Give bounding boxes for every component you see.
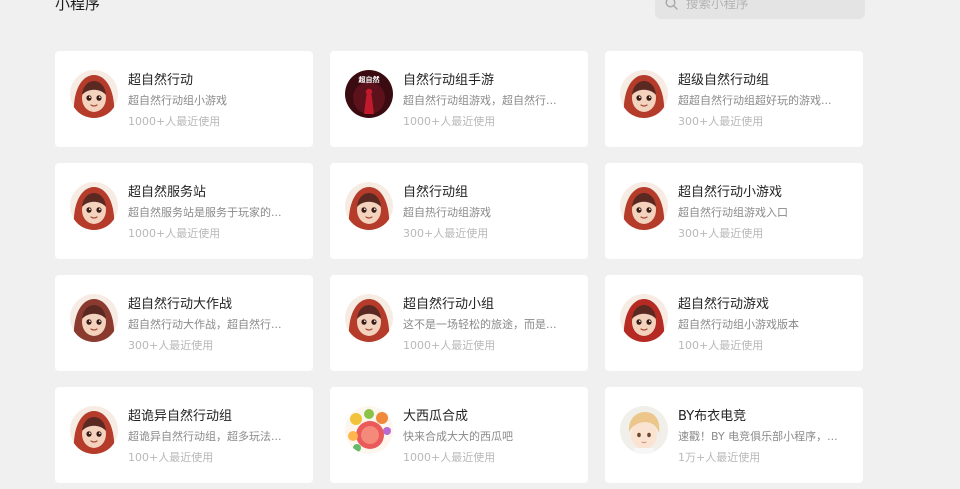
program-name: 大西瓜合成 xyxy=(403,409,469,424)
blond-boy-avatar-icon xyxy=(620,406,668,454)
card-info: 超自然行动大作战超自然行动大作战，超自然行... 300+人最近使用 xyxy=(128,296,300,353)
program-description: 超自然行动大作战，超自然行... xyxy=(128,318,282,331)
program-name: 自然行动组 xyxy=(403,185,469,200)
usage-count: 1万+人最近使用 xyxy=(678,451,761,464)
program-description: 超自然行动组游戏入口 xyxy=(678,206,788,219)
program-description: 超自然服务站是服务于玩家的... xyxy=(128,206,282,219)
card-info: 超自然行动小组这不是一场轻松的旅途，而是... 1000+人最近使用 xyxy=(403,296,575,353)
program-description: 超诡异自然行动组，超多玩法... xyxy=(128,430,282,443)
watermelon-fruits-icon xyxy=(345,406,393,454)
mini-program-card[interactable]: 超诡异自然行动组超诡异自然行动组，超多玩法... 100+人最近使用 xyxy=(55,387,313,483)
usage-count: 100+人最近使用 xyxy=(678,339,764,352)
red-hood-girl-icon xyxy=(345,294,393,342)
mini-program-card[interactable]: 超自然行动游戏超自然行动组小游戏版本 100+人最近使用 xyxy=(605,275,863,371)
usage-count: 300+人最近使用 xyxy=(403,227,489,240)
card-info: 超自然行动小游戏 超自然行动组游戏入口 300+人最近使用 xyxy=(678,184,850,241)
red-hood-girl-icon xyxy=(620,294,668,342)
program-name: 超诡异自然行动组 xyxy=(128,409,233,424)
mini-program-card[interactable]: 自然行动组超自热行动组游戏 300+人最近使用 xyxy=(330,163,588,259)
usage-count: 1000+人最近使用 xyxy=(403,339,496,352)
usage-count: 1000+人最近使用 xyxy=(403,451,496,464)
svg-text:超自然: 超自然 xyxy=(359,75,380,84)
mini-program-card[interactable]: BY布衣电竞速戳！BY 电竞俱乐部小程序，... 1万+人最近使用 xyxy=(605,387,863,483)
mini-program-card[interactable]: 超自然行动小游戏 超自然行动组游戏入口 300+人最近使用 xyxy=(605,163,863,259)
dark-red-poster-icon: 超自然 xyxy=(345,70,393,118)
usage-count: 300+人最近使用 xyxy=(678,227,764,240)
program-name: 超自然服务站 xyxy=(128,185,207,200)
search-input[interactable] xyxy=(686,0,846,11)
program-description: 超自热行动组游戏 xyxy=(403,206,491,219)
mini-program-card[interactable]: 大西瓜合成快来合成大大的西瓜吧 1000+人最近使用 xyxy=(330,387,588,483)
mini-program-card[interactable]: 超自然行动小组这不是一场轻松的旅途，而是... 1000+人最近使用 xyxy=(330,275,588,371)
mini-program-grid: 超自然行动超自然行动组小游戏 1000+人最近使用 超自然 自然行动组手游超自然行动组… xyxy=(55,51,863,483)
card-info: 自然行动组超自热行动组游戏 300+人最近使用 xyxy=(403,184,575,241)
red-hood-girl-icon xyxy=(70,406,118,454)
card-info: 大西瓜合成快来合成大大的西瓜吧 1000+人最近使用 xyxy=(403,408,575,465)
program-name: 自然行动组手游 xyxy=(403,73,495,88)
card-info: 超自然行动游戏超自然行动组小游戏版本 100+人最近使用 xyxy=(678,296,850,353)
program-description: 超自然行动组游戏，超自然行... xyxy=(403,94,557,107)
program-description: 超自然行动组小游戏 xyxy=(128,94,227,107)
program-description: 速戳！BY 电竞俱乐部小程序，... xyxy=(678,430,838,443)
search-icon xyxy=(665,0,678,10)
program-name: 超自然行动小组 xyxy=(403,297,495,312)
program-description: 超超自然行动组超好玩的游戏... xyxy=(678,94,832,107)
usage-count: 300+人最近使用 xyxy=(678,115,764,128)
mini-program-card[interactable]: 超自然行动大作战超自然行动大作战，超自然行... 300+人最近使用 xyxy=(55,275,313,371)
program-name: 超级自然行动组 xyxy=(678,73,770,88)
mini-program-card[interactable]: 超自然行动超自然行动组小游戏 1000+人最近使用 xyxy=(55,51,313,147)
mini-program-card[interactable]: 超自然服务站超自然服务站是服务于玩家的... 1000+人最近使用 xyxy=(55,163,313,259)
program-name: 超自然行动小游戏 xyxy=(678,185,783,200)
mini-program-card[interactable]: 超自然 自然行动组手游超自然行动组游戏，超自然行... 1000+人最近使用 xyxy=(330,51,588,147)
card-info: 超诡异自然行动组超诡异自然行动组，超多玩法... 100+人最近使用 xyxy=(128,408,300,465)
mini-program-card[interactable]: 超级自然行动组超超自然行动组超好玩的游戏... 300+人最近使用 xyxy=(605,51,863,147)
red-hood-girl-icon xyxy=(70,70,118,118)
usage-count: 1000+人最近使用 xyxy=(403,115,496,128)
program-description: 超自然行动组小游戏版本 xyxy=(678,318,799,331)
program-name: BY布衣电竞 xyxy=(678,409,747,424)
card-info: 超自然行动超自然行动组小游戏 1000+人最近使用 xyxy=(128,72,300,129)
program-description: 快来合成大大的西瓜吧 xyxy=(403,430,513,443)
card-info: BY布衣电竞速戳！BY 电竞俱乐部小程序，... 1万+人最近使用 xyxy=(678,408,850,465)
red-hood-girl-icon xyxy=(70,182,118,230)
card-info: 超自然服务站超自然服务站是服务于玩家的... 1000+人最近使用 xyxy=(128,184,300,241)
red-hood-girl-icon xyxy=(620,70,668,118)
program-name: 超自然行动 xyxy=(128,73,194,88)
red-hood-girl-icon xyxy=(620,182,668,230)
program-name: 超自然行动游戏 xyxy=(678,297,770,312)
program-description: 这不是一场轻松的旅途，而是... xyxy=(403,318,557,331)
card-info: 超级自然行动组超超自然行动组超好玩的游戏... 300+人最近使用 xyxy=(678,72,850,129)
usage-count: 100+人最近使用 xyxy=(128,451,214,464)
usage-count: 1000+人最近使用 xyxy=(128,227,221,240)
page-title: 小程序 xyxy=(55,0,101,13)
usage-count: 300+人最近使用 xyxy=(128,339,214,352)
card-info: 自然行动组手游超自然行动组游戏，超自然行... 1000+人最近使用 xyxy=(403,72,575,129)
program-name: 超自然行动大作战 xyxy=(128,297,233,312)
red-hood-girl-icon xyxy=(70,294,118,342)
usage-count: 1000+人最近使用 xyxy=(128,115,221,128)
search-box[interactable] xyxy=(655,0,865,19)
red-hood-girl-icon xyxy=(345,182,393,230)
